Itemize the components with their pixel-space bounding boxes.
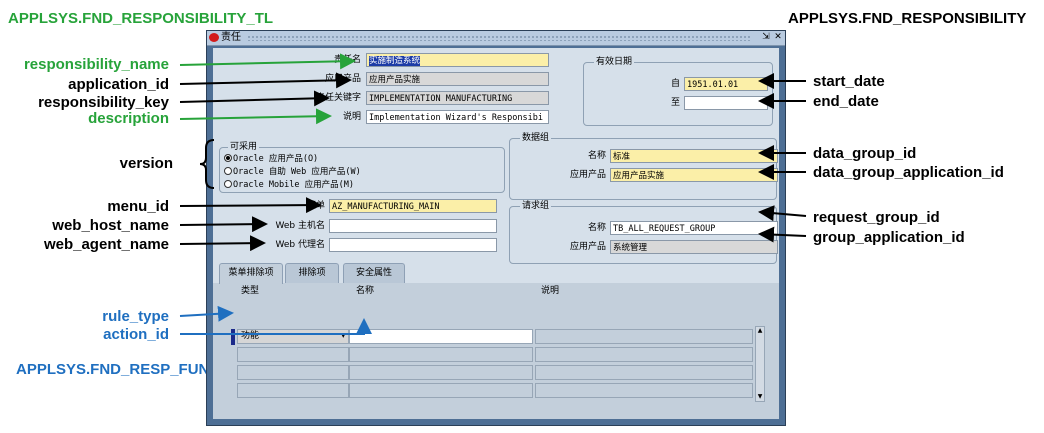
version-brace	[199, 139, 215, 189]
arrow-menu-id	[179, 197, 322, 214]
arrow-responsibility-name	[179, 53, 356, 70]
arrow-description	[179, 108, 332, 125]
arrow-responsibility-key	[179, 90, 330, 107]
annotation-arrows	[179, 53, 807, 335]
arrow-web-agent-name	[179, 235, 266, 252]
arrow-application-id	[179, 72, 352, 89]
arrow-request-group-id	[758, 205, 807, 222]
arrow-action-id	[180, 318, 372, 335]
arrow-rule-type	[179, 305, 234, 322]
arrow-web-host-name	[179, 216, 268, 233]
arrow-group-application-id	[758, 226, 807, 243]
